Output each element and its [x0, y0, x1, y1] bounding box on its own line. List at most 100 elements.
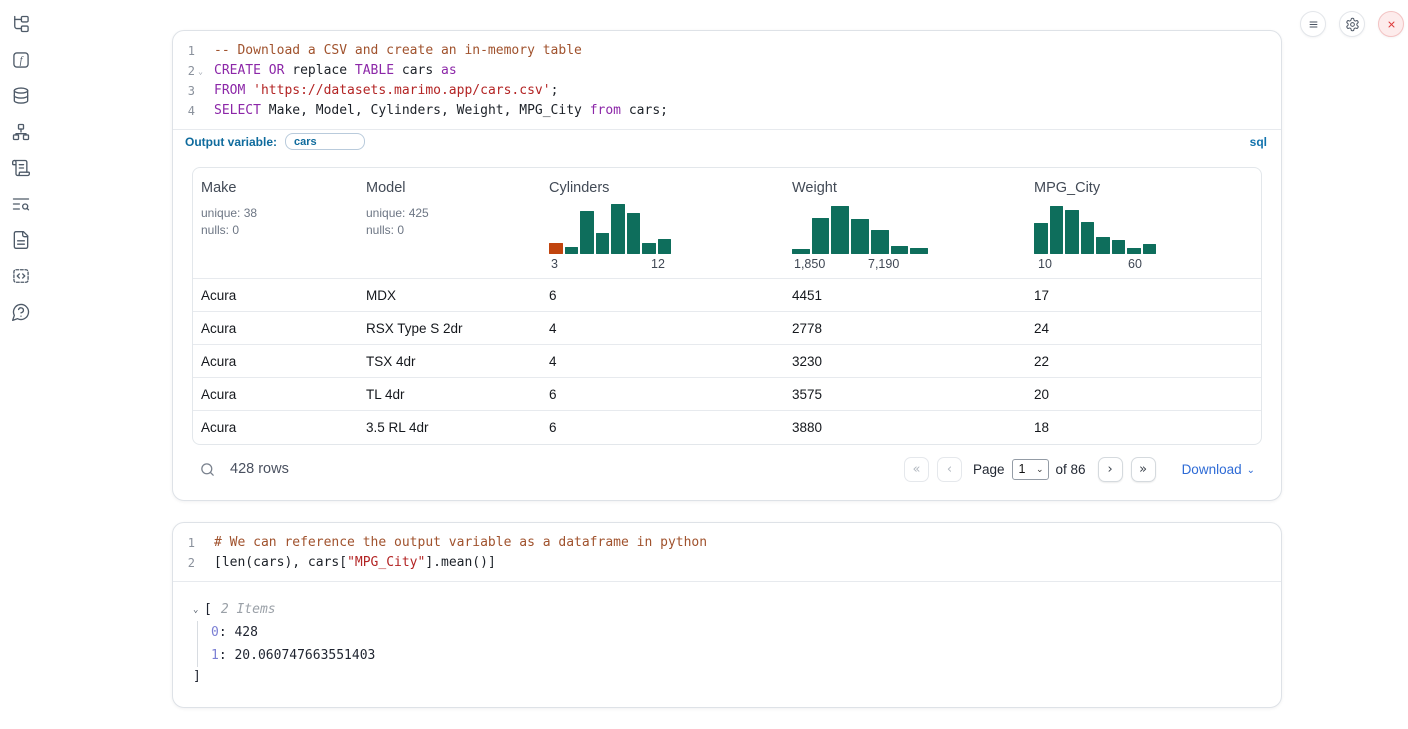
download-label: Download: [1182, 462, 1242, 477]
table-cell: Acura: [193, 378, 358, 411]
page-total-label: of 86: [1056, 462, 1086, 477]
histogram-bar[interactable]: [831, 206, 849, 254]
code-snippet-icon[interactable]: [11, 266, 33, 286]
fold-gutter: [195, 533, 206, 553]
scroll-icon[interactable]: [11, 158, 33, 178]
histogram-bar[interactable]: [1096, 237, 1110, 254]
table-cell: RSX Type S 2dr: [358, 312, 541, 345]
histogram-bar[interactable]: [1112, 240, 1126, 254]
histogram-bar[interactable]: [812, 218, 830, 254]
histogram-max-label: 60: [1128, 257, 1142, 271]
collapse-chevron-icon[interactable]: ⌄: [193, 605, 204, 615]
code-line: 2[len(cars), cars["MPG_City"].mean()]: [173, 553, 1281, 573]
fold-chevron-icon[interactable]: ⌄: [195, 61, 206, 81]
column-header-cylinders[interactable]: Cylinders312: [541, 168, 784, 279]
python-code-editor[interactable]: 1# We can reference the output variable …: [173, 523, 1281, 581]
chevron-down-icon: ⌄: [1036, 464, 1044, 475]
document-icon[interactable]: [11, 230, 33, 250]
sidebar: f: [0, 0, 52, 729]
file-tree-icon[interactable]: [11, 14, 33, 34]
list-entry-key: 0: [211, 625, 219, 640]
list-entry: 1: 20.060747663551403: [211, 644, 1261, 667]
histogram-bar[interactable]: [642, 243, 656, 254]
list-search-icon[interactable]: [11, 194, 33, 214]
table-cell: Acura: [193, 345, 358, 378]
help-icon[interactable]: [11, 302, 33, 322]
list-item-count: 2 Items: [221, 602, 276, 617]
histogram-bar[interactable]: [658, 239, 672, 254]
column-name: MPG_City: [1034, 180, 1253, 196]
column-header-mpg_city[interactable]: MPG_City1060: [1026, 168, 1261, 279]
column-stats: unique: 38nulls: 0: [201, 205, 350, 239]
table-cell: 18: [1026, 411, 1261, 444]
table-cell: MDX: [358, 279, 541, 312]
data-table: Makeunique: 38nulls: 0Modelunique: 425nu…: [192, 167, 1262, 445]
column-header-make[interactable]: Makeunique: 38nulls: 0: [193, 168, 358, 279]
table-cell: 2778: [784, 312, 1026, 345]
histogram-bar[interactable]: [1143, 244, 1157, 254]
table-row[interactable]: Acura3.5 RL 4dr6388018: [193, 411, 1261, 444]
table-row[interactable]: AcuraRSX Type S 2dr4277824: [193, 312, 1261, 345]
histogram-bar[interactable]: [871, 230, 889, 254]
histogram-bar[interactable]: [565, 247, 579, 254]
table-cell: 6: [541, 411, 784, 444]
histogram-bar[interactable]: [596, 233, 610, 254]
output-variable-input[interactable]: [285, 133, 365, 150]
histogram-bar[interactable]: [549, 243, 563, 254]
histogram-bar[interactable]: [1065, 210, 1079, 254]
code-line: 1# We can reference the output variable …: [173, 533, 1281, 553]
sql-cell: 1-- Download a CSV and create an in-memo…: [172, 30, 1282, 501]
notebook: 1-- Download a CSV and create an in-memo…: [172, 0, 1282, 708]
line-number: 3: [173, 81, 195, 101]
table-row[interactable]: AcuraTL 4dr6357520: [193, 378, 1261, 411]
histogram-bar[interactable]: [910, 248, 928, 254]
fold-gutter: [195, 553, 206, 573]
list-close-bracket: ]: [193, 667, 1261, 687]
column-header-weight[interactable]: Weight1,8507,190: [784, 168, 1026, 279]
gear-icon[interactable]: [1339, 11, 1365, 37]
column-header-model[interactable]: Modelunique: 425nulls: 0: [358, 168, 541, 279]
code-line: 4SELECT Make, Model, Cylinders, Weight, …: [173, 101, 1281, 121]
function-icon[interactable]: f: [11, 50, 33, 70]
histogram-max-label: 12: [651, 257, 665, 271]
table-row[interactable]: AcuraTSX 4dr4323022: [193, 345, 1261, 378]
pagination: « ‹ Page 1 ⌄ of 86 › » Download ⌄: [904, 457, 1255, 482]
histogram-max-label: 7,190: [868, 257, 899, 271]
code-line: 1-- Download a CSV and create an in-memo…: [173, 41, 1281, 61]
histogram-bar[interactable]: [1050, 206, 1064, 254]
python-cell: 1# We can reference the output variable …: [172, 522, 1282, 708]
prev-page-button[interactable]: ‹: [937, 457, 962, 482]
code-text: -- Download a CSV and create an in-memor…: [206, 41, 582, 61]
fold-gutter: [195, 81, 206, 101]
histogram-bar[interactable]: [851, 219, 869, 254]
line-number: 4: [173, 101, 195, 121]
download-button[interactable]: Download ⌄: [1182, 462, 1255, 477]
table-cell: 3575: [784, 378, 1026, 411]
histogram-bar[interactable]: [1127, 248, 1141, 254]
sql-code-editor[interactable]: 1-- Download a CSV and create an in-memo…: [173, 31, 1281, 129]
table-cell: 17: [1026, 279, 1261, 312]
code-text: [len(cars), cars["MPG_City"].mean()]: [206, 553, 496, 573]
table-row[interactable]: AcuraMDX6445117: [193, 279, 1261, 312]
menu-icon[interactable]: [1300, 11, 1326, 37]
histogram-bar[interactable]: [891, 246, 909, 254]
histogram-bar[interactable]: [1081, 222, 1095, 254]
table-cell: 3880: [784, 411, 1026, 444]
close-icon[interactable]: [1378, 11, 1404, 37]
histogram-bar[interactable]: [627, 213, 641, 254]
next-page-button[interactable]: ›: [1098, 457, 1123, 482]
database-icon[interactable]: [11, 86, 33, 106]
last-page-button[interactable]: »: [1131, 457, 1156, 482]
first-page-button[interactable]: «: [904, 457, 929, 482]
histogram-bar[interactable]: [1034, 223, 1048, 254]
histogram-bar[interactable]: [580, 211, 594, 254]
table-footer: 428 rows « ‹ Page 1 ⌄ of 86 › » Download…: [192, 445, 1262, 488]
page-select[interactable]: 1 ⌄: [1012, 459, 1049, 480]
histogram-bar[interactable]: [792, 249, 810, 254]
list-entry-value: : 20.060747663551403: [219, 648, 376, 663]
sitemap-icon[interactable]: [11, 122, 33, 142]
search-icon[interactable]: [199, 460, 217, 478]
table-cell: 6: [541, 279, 784, 312]
histogram-bar[interactable]: [611, 204, 625, 254]
table-cell: TSX 4dr: [358, 345, 541, 378]
